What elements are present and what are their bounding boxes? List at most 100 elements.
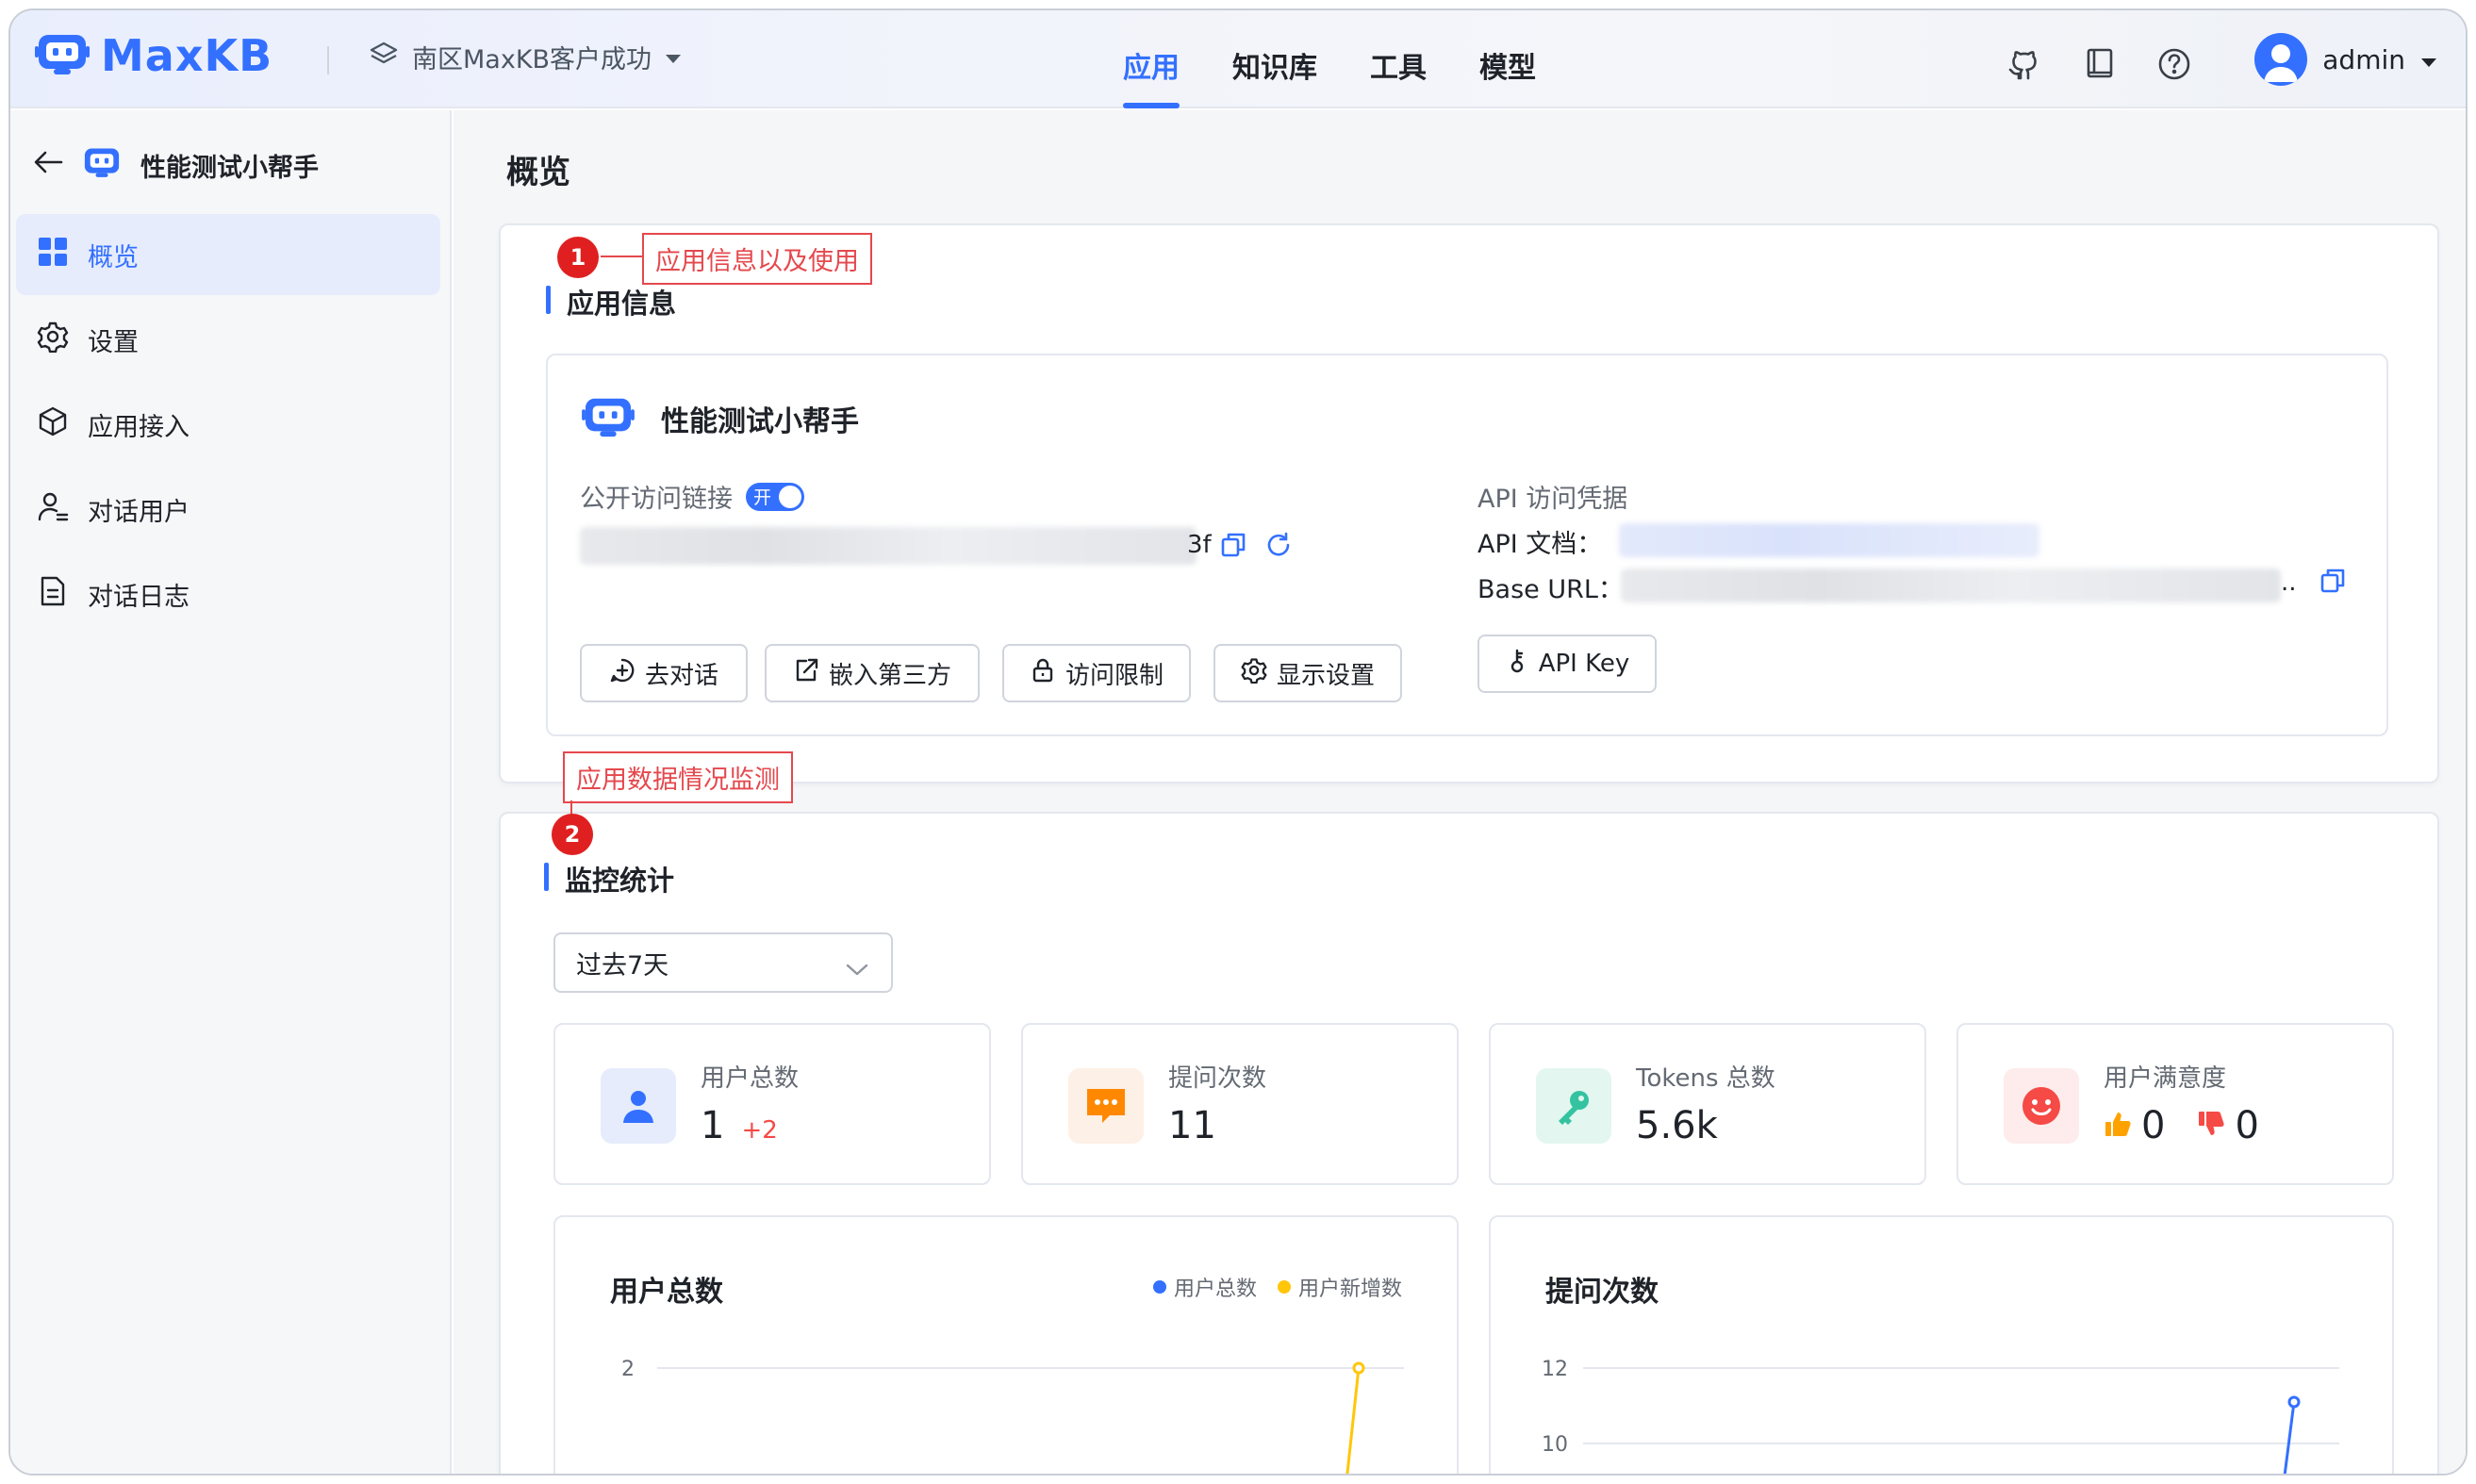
sidebar-header: 性能测试小帮手	[33, 144, 319, 187]
questions-value: 11	[1168, 1104, 1216, 1147]
users-delta: +2	[741, 1116, 778, 1145]
grid-icon	[37, 236, 69, 274]
y-tick-label: 2	[621, 1358, 635, 1381]
annotation-marker-2: 2	[552, 814, 593, 855]
topbar-divider	[327, 46, 329, 74]
nav-knowledge[interactable]: 知识库	[1232, 10, 1317, 108]
workspace-selector[interactable]: 南区MaxKB客户成功	[369, 39, 682, 75]
chat-plus-icon	[609, 657, 636, 690]
time-range-value: 过去7天	[576, 950, 669, 981]
annotation-connector	[601, 256, 642, 257]
sidebar: 性能测试小帮手 概览 设置 应用接入 对话用户 对话日志	[10, 110, 452, 1474]
public-link-toggle[interactable]: 开	[746, 482, 804, 511]
page-title: 概览	[506, 154, 570, 191]
thumbs-down-icon	[2197, 1104, 2225, 1147]
user-icon	[601, 1068, 676, 1144]
data-point	[1352, 1361, 1365, 1375]
api-doc-label: API 文档：	[1477, 530, 1603, 559]
users-total-value: 1	[701, 1104, 725, 1147]
stat-label: 用户满意度	[2104, 1064, 2227, 1093]
base-url-value	[1621, 569, 2281, 602]
annotation-marker-1: 1	[557, 237, 599, 278]
data-point	[2287, 1395, 2301, 1409]
monitor-title: 监控统计	[544, 859, 674, 899]
series-line	[2283, 1401, 2296, 1474]
app-info-name: 性能测试小帮手	[661, 405, 859, 438]
sidebar-item-label: 概览	[88, 242, 139, 272]
document-icon	[37, 575, 69, 614]
api-key-button[interactable]: API Key	[1477, 635, 1657, 693]
top-bar: MaxKB 南区MaxKB客户成功 应用 知识库 工具 模型 admin	[10, 10, 2466, 108]
user-name: admin	[2322, 43, 2405, 75]
nav-tools[interactable]: 工具	[1370, 10, 1427, 108]
api-key-label: API Key	[1538, 650, 1630, 678]
key-icon	[1505, 648, 1529, 681]
logo[interactable]: MaxKB	[35, 29, 272, 82]
display-settings-button[interactable]: 显示设置	[1213, 644, 1402, 702]
key-icon	[1536, 1068, 1611, 1144]
app-info-title: 应用信息	[546, 282, 676, 322]
gear-icon	[37, 321, 69, 359]
help-icon[interactable]	[2156, 46, 2192, 86]
sidebar-item-chat-logs[interactable]: 对话日志	[16, 553, 440, 635]
gear-icon	[1241, 657, 1267, 690]
stat-value: 1 +2	[701, 1104, 778, 1147]
stat-card-satisfaction: 用户满意度 0 0	[1956, 1023, 2394, 1185]
api-doc-link[interactable]	[1619, 523, 2039, 557]
nav-models[interactable]: 模型	[1479, 10, 1536, 108]
access-limit-label: 访问限制	[1065, 661, 1164, 690]
copy-icon[interactable]	[1219, 531, 1247, 563]
dislikes-value: 0	[2235, 1104, 2259, 1147]
public-link-url[interactable]	[580, 527, 1197, 565]
maxkb-logo-icon	[35, 29, 90, 82]
users-chart-plot: 2	[621, 1358, 1404, 1474]
time-range-select[interactable]: 过去7天	[553, 932, 893, 993]
tokens-value: 5.6k	[1636, 1104, 1718, 1147]
sidebar-item-label: 设置	[88, 327, 139, 357]
export-icon	[793, 657, 819, 690]
user-minus-icon	[37, 490, 69, 529]
back-arrow-icon[interactable]	[33, 149, 63, 182]
book-icon[interactable]	[2081, 46, 2117, 86]
sidebar-item-integration[interactable]: 应用接入	[16, 384, 440, 465]
stat-label: 提问次数	[1168, 1064, 1267, 1093]
access-limit-button[interactable]: 访问限制	[1002, 644, 1191, 702]
public-link-row: 公开访问链接 开	[580, 478, 804, 515]
workspace-name: 南区MaxKB客户成功	[412, 45, 652, 74]
y-tick-label: 12	[1542, 1358, 1568, 1381]
smile-icon	[2004, 1068, 2079, 1144]
toggle-label: 开	[753, 487, 772, 508]
sidebar-item-settings[interactable]: 设置	[16, 299, 440, 380]
embed-label: 嵌入第三方	[828, 661, 951, 690]
nav-apps[interactable]: 应用	[1123, 10, 1180, 108]
refresh-icon[interactable]	[1264, 531, 1293, 563]
embed-button[interactable]: 嵌入第三方	[765, 644, 980, 702]
go-chat-button[interactable]: 去对话	[580, 644, 748, 702]
annotation-label-1: 应用信息以及使用	[642, 233, 872, 285]
stat-card-users: 用户总数 1 +2	[553, 1023, 991, 1185]
github-icon[interactable]	[2006, 46, 2041, 86]
chat-bubble-icon	[1068, 1068, 1144, 1144]
cube-icon	[37, 405, 69, 444]
sidebar-item-chat-users[interactable]: 对话用户	[16, 469, 440, 550]
y-tick-label: 10	[1542, 1433, 1568, 1457]
copy-icon[interactable]	[2319, 567, 2347, 599]
user-menu[interactable]: admin	[2254, 33, 2437, 86]
caret-down-icon	[665, 42, 682, 72]
lock-icon	[1030, 657, 1056, 690]
stat-value: 0 0	[2104, 1104, 2259, 1147]
app-robot-icon	[582, 393, 635, 444]
users-chart-card: 用户总数 用户总数 用户新增数 2	[553, 1215, 1459, 1474]
app-info-panel: 性能测试小帮手 公开访问链接 开 3f API 访问凭据 API 文档： Bas…	[546, 354, 2388, 736]
stat-label: Tokens 总数	[1636, 1064, 1775, 1093]
questions-chart-plot: 12 10	[1542, 1358, 2339, 1474]
stat-value: 11	[1168, 1104, 1216, 1147]
app-window: MaxKB 南区MaxKB客户成功 应用 知识库 工具 模型 admin 性能测…	[8, 8, 2468, 1476]
sidebar-item-overview[interactable]: 概览	[16, 214, 440, 295]
avatar	[2254, 33, 2308, 86]
stat-card-questions: 提问次数 11	[1021, 1023, 1459, 1185]
sidebar-app-name: 性能测试小帮手	[140, 154, 319, 183]
base-url-label: Base URL：	[1477, 575, 1624, 604]
questions-chart-card: 提问次数 12 10	[1489, 1215, 2394, 1474]
app-info-card: 应用信息 性能测试小帮手 公开访问链接 开 3f API 访问凭据 API 文档…	[499, 223, 2439, 783]
